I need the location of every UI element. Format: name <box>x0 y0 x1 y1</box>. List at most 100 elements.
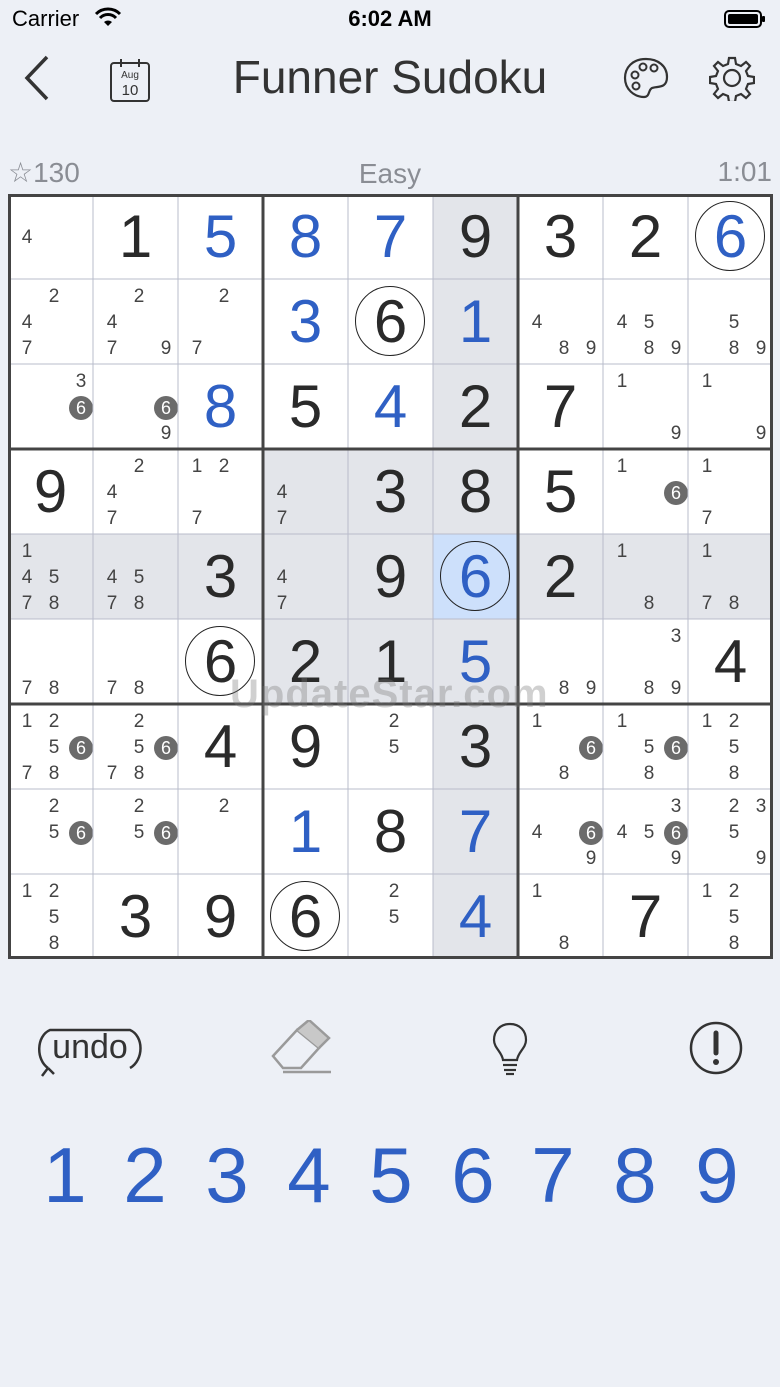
cell-r2-c7[interactable]: 489 <box>518 279 603 364</box>
cell-r9-c9[interactable]: 12 5 8 <box>688 874 773 959</box>
cell-r5-c3[interactable]: 3 <box>178 534 263 619</box>
cell-r9-c8[interactable]: 7 <box>603 874 688 959</box>
hint-button[interactable] <box>450 1010 570 1090</box>
number-key-1[interactable]: 1 <box>24 1130 106 1220</box>
cell-r3-c3[interactable]: 8 <box>178 364 263 449</box>
cell-r8-c5[interactable]: 8 <box>348 789 433 874</box>
cell-r1-c5[interactable]: 7 <box>348 194 433 279</box>
number-key-4[interactable]: 4 <box>268 1130 350 1220</box>
candidate-note: 8 <box>643 338 655 359</box>
cell-r4-c8[interactable]: 16 <box>603 449 688 534</box>
cell-value: 6 <box>288 882 323 950</box>
cell-r7-c8[interactable]: 1568 <box>603 704 688 789</box>
cell-r9-c1[interactable]: 12 5 8 <box>8 874 93 959</box>
cell-r8-c9[interactable]: 2359 <box>688 789 773 874</box>
cell-value: 2 <box>458 372 493 440</box>
cell-r5-c6[interactable]: 6 <box>433 534 518 619</box>
number-key-6[interactable]: 6 <box>432 1130 514 1220</box>
cell-r3-c8[interactable]: 19 <box>603 364 688 449</box>
cell-r9-c2[interactable]: 3 <box>93 874 178 959</box>
cell-r5-c4[interactable]: 47 <box>263 534 348 619</box>
settings-button[interactable] <box>702 50 762 110</box>
cell-r5-c8[interactable]: 18 <box>603 534 688 619</box>
cell-value: 5 <box>288 372 323 440</box>
daily-calendar-button[interactable]: Aug 10 <box>100 50 160 110</box>
cell-r9-c3[interactable]: 9 <box>178 874 263 959</box>
cell-r6-c8[interactable]: 3 89 <box>603 619 688 704</box>
cell-r8-c6[interactable]: 7 <box>433 789 518 874</box>
cell-r2-c1[interactable]: 24 7 <box>8 279 93 364</box>
cell-r2-c6[interactable]: 1 <box>433 279 518 364</box>
cell-r9-c4[interactable]: 6 <box>263 874 348 959</box>
cell-r6-c2[interactable]: 78 <box>93 619 178 704</box>
cell-r2-c5[interactable]: 6 <box>348 279 433 364</box>
erase-button[interactable] <box>240 1010 360 1090</box>
candidate-note: 9 <box>585 338 597 359</box>
cell-r5-c9[interactable]: 1 78 <box>688 534 773 619</box>
cell-r5-c2[interactable]: 4578 <box>93 534 178 619</box>
cell-r3-c1[interactable]: 36 <box>8 364 93 449</box>
cell-r7-c1[interactable]: 12 56 78 <box>8 704 93 789</box>
candidate-note: 1 <box>531 881 543 902</box>
theme-button[interactable] <box>616 50 676 110</box>
number-key-7[interactable]: 7 <box>512 1130 594 1220</box>
cell-r2-c8[interactable]: 45 89 <box>603 279 688 364</box>
cell-r4-c5[interactable]: 3 <box>348 449 433 534</box>
cell-r1-c6[interactable]: 9 <box>433 194 518 279</box>
cell-r3-c7[interactable]: 7 <box>518 364 603 449</box>
number-key-9[interactable]: 9 <box>676 1130 758 1220</box>
back-button[interactable] <box>8 50 68 110</box>
cell-r8-c4[interactable]: 1 <box>263 789 348 874</box>
cell-r4-c6[interactable]: 8 <box>433 449 518 534</box>
candidate-note: 8 <box>48 763 60 784</box>
cell-r2-c4[interactable]: 3 <box>263 279 348 364</box>
cell-r6-c1[interactable]: 78 <box>8 619 93 704</box>
number-key-8[interactable]: 8 <box>594 1130 676 1220</box>
cell-r7-c2[interactable]: 2 56 78 <box>93 704 178 789</box>
cell-r2-c2[interactable]: 24 7 9 <box>93 279 178 364</box>
cell-r2-c3[interactable]: 27 <box>178 279 263 364</box>
number-key-5[interactable]: 5 <box>350 1130 432 1220</box>
cell-r8-c7[interactable]: 4 6 9 <box>518 789 603 874</box>
cell-r4-c7[interactable]: 5 <box>518 449 603 534</box>
cell-r7-c9[interactable]: 12 5 8 <box>688 704 773 789</box>
cell-r1-c3[interactable]: 5 <box>178 194 263 279</box>
cell-r1-c4[interactable]: 8 <box>263 194 348 279</box>
cell-r1-c1[interactable]: 4 <box>8 194 93 279</box>
undo-button[interactable]: undo <box>30 1010 150 1090</box>
cell-r4-c3[interactable]: 12 7 <box>178 449 263 534</box>
cell-r3-c6[interactable]: 2 <box>433 364 518 449</box>
cell-r8-c8[interactable]: 3 456 9 <box>603 789 688 874</box>
cell-r5-c1[interactable]: 1 4578 <box>8 534 93 619</box>
cell-value: 9 <box>33 457 68 525</box>
cell-r3-c9[interactable]: 19 <box>688 364 773 449</box>
candidate-note: 8 <box>48 678 60 699</box>
cell-r5-c5[interactable]: 9 <box>348 534 433 619</box>
cell-r1-c9[interactable]: 6 <box>688 194 773 279</box>
cell-r2-c9[interactable]: 5 89 <box>688 279 773 364</box>
number-key-3[interactable]: 3 <box>186 1130 268 1220</box>
cell-r4-c1[interactable]: 9 <box>8 449 93 534</box>
cell-r1-c8[interactable]: 2 <box>603 194 688 279</box>
cell-r8-c2[interactable]: 2 56 <box>93 789 178 874</box>
calendar-day: 10 <box>121 82 139 99</box>
highlighted-candidate: 6 <box>154 396 178 420</box>
cell-r9-c5[interactable]: 25 <box>348 874 433 959</box>
cell-r6-c9[interactable]: 4 <box>688 619 773 704</box>
cell-r5-c7[interactable]: 2 <box>518 534 603 619</box>
cell-r3-c5[interactable]: 4 <box>348 364 433 449</box>
cell-r1-c7[interactable]: 3 <box>518 194 603 279</box>
cell-r1-c2[interactable]: 1 <box>93 194 178 279</box>
cell-r8-c3[interactable]: 2 <box>178 789 263 874</box>
cell-r3-c4[interactable]: 5 <box>263 364 348 449</box>
cell-r9-c7[interactable]: 18 <box>518 874 603 959</box>
number-key-2[interactable]: 2 <box>104 1130 186 1220</box>
cell-r4-c9[interactable]: 17 <box>688 449 773 534</box>
check-errors-button[interactable] <box>656 1010 776 1090</box>
cell-r4-c2[interactable]: 24 7 <box>93 449 178 534</box>
cell-r3-c2[interactable]: 69 <box>93 364 178 449</box>
cell-r8-c1[interactable]: 2 56 <box>8 789 93 874</box>
cell-r9-c6[interactable]: 4 <box>433 874 518 959</box>
cell-r4-c4[interactable]: 47 <box>263 449 348 534</box>
cell-value: 5 <box>543 457 578 525</box>
